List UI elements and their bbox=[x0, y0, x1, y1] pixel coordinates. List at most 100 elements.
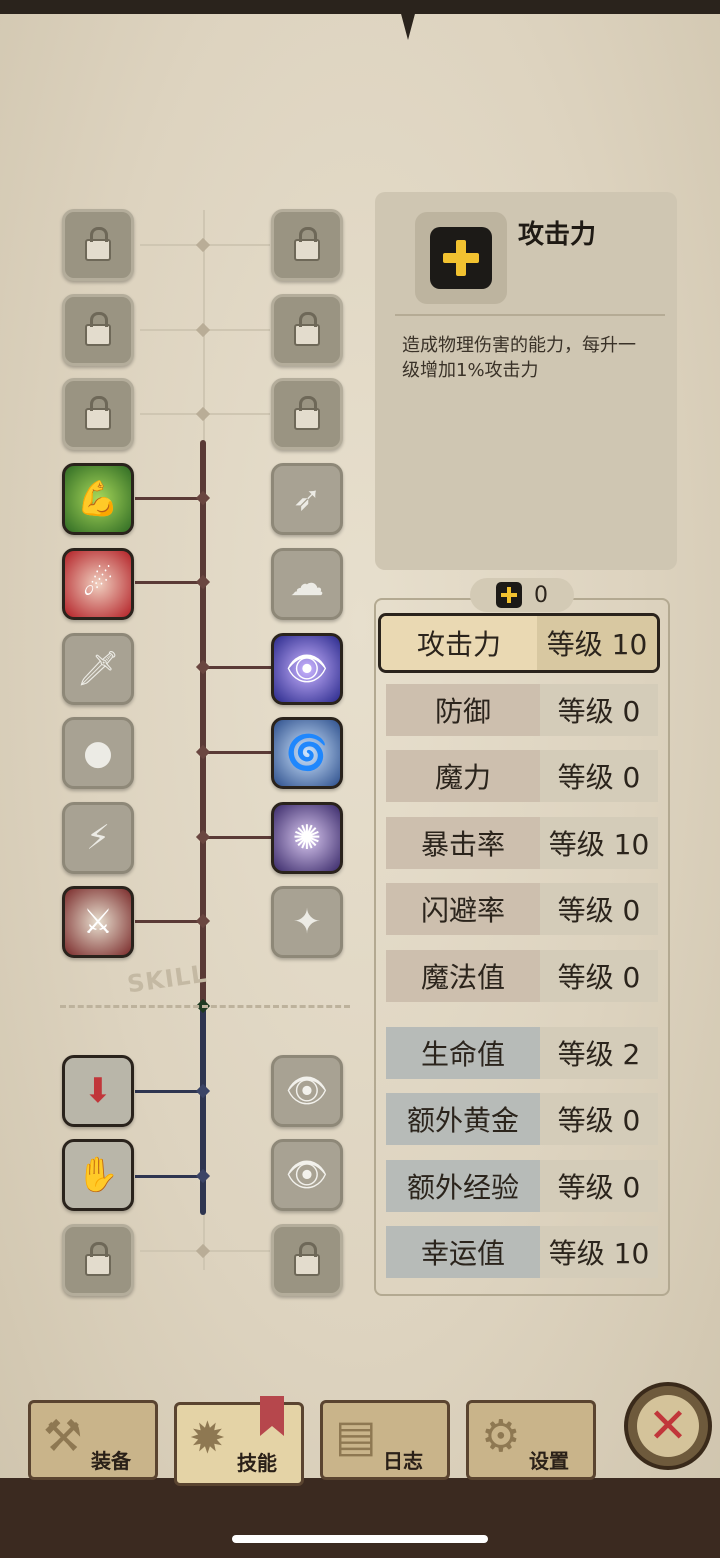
tab-label: 日志 bbox=[383, 1449, 423, 1473]
skill-wind-blade[interactable]: 🌀 bbox=[271, 717, 343, 789]
skill-chest-down[interactable]: ⬇ bbox=[62, 1055, 134, 1127]
skill-crossed-swords[interactable]: ⚔ bbox=[62, 886, 134, 958]
void-orb-icon: ✺ bbox=[292, 818, 322, 858]
tree-node bbox=[195, 574, 211, 590]
tree-trunk-blue bbox=[200, 1005, 206, 1215]
plus-icon bbox=[443, 240, 479, 276]
stat-name: 攻击力 bbox=[381, 616, 537, 670]
skill-dagger[interactable]: 🗡 bbox=[62, 633, 134, 705]
skill-watermark: SKILL bbox=[125, 959, 209, 999]
skill-chest-eye-2[interactable]: 👁 bbox=[271, 1139, 343, 1211]
chest-arrow-down-icon: ⬇ bbox=[83, 1071, 113, 1111]
attribute-title: 攻击力 bbox=[518, 220, 597, 250]
tab-label: 装备 bbox=[91, 1449, 131, 1473]
tree-branch-active bbox=[135, 1175, 203, 1178]
tab-equipment[interactable]: ⚒ 装备 bbox=[28, 1400, 158, 1480]
tab-settings[interactable]: ⚙ 设置 bbox=[466, 1400, 596, 1480]
lock-icon bbox=[294, 396, 320, 430]
attribute-points-badge: 0 bbox=[470, 578, 574, 612]
tree-branch-active bbox=[135, 497, 203, 500]
tree-node bbox=[195, 913, 211, 929]
crossed-swords-icon: ⚔ bbox=[82, 902, 114, 942]
skill-slot-locked[interactable] bbox=[271, 209, 343, 281]
stat-row-health[interactable]: 生命值 等级 2 bbox=[386, 1027, 658, 1079]
tab-label: 设置 bbox=[529, 1449, 569, 1473]
stat-row-mana[interactable]: 魔法值 等级 0 bbox=[386, 950, 658, 1002]
stat-level: 等级 10 bbox=[540, 1226, 658, 1278]
skill-smoke[interactable]: ☁ bbox=[271, 548, 343, 620]
lock-icon bbox=[85, 1242, 111, 1276]
stat-level: 等级 2 bbox=[540, 1027, 658, 1079]
tab-skills[interactable]: ✹ 技能 bbox=[174, 1402, 304, 1486]
smoke-figure-icon: ☁ bbox=[290, 564, 324, 604]
attribute-icon bbox=[430, 227, 492, 289]
skill-slot-locked[interactable] bbox=[62, 209, 134, 281]
slash-figure-icon: ☄ bbox=[82, 564, 114, 604]
stat-name: 魔力 bbox=[386, 750, 540, 802]
stat-row-luck[interactable]: 幸运值 等级 10 bbox=[386, 1226, 658, 1278]
skill-slot-locked[interactable] bbox=[271, 378, 343, 450]
attribute-description: 造成物理伤害的能力，每升一级增加1%攻击力 bbox=[402, 335, 636, 381]
stat-row-magic[interactable]: 魔力 等级 0 bbox=[386, 750, 658, 802]
stat-name: 幸运值 bbox=[386, 1226, 540, 1278]
tree-branch-active bbox=[135, 920, 203, 923]
sparkle-figure-icon: ✦ bbox=[292, 902, 322, 942]
lock-icon bbox=[85, 396, 111, 430]
tree-node bbox=[195, 237, 211, 253]
stat-level: 等级 10 bbox=[540, 817, 658, 869]
tree-node bbox=[195, 406, 211, 422]
tab-journal[interactable]: ▤ 日志 bbox=[320, 1400, 450, 1480]
skill-slot-locked[interactable] bbox=[271, 1224, 343, 1296]
stat-name: 闪避率 bbox=[386, 883, 540, 935]
skill-slot-locked[interactable] bbox=[271, 294, 343, 366]
tree-node bbox=[195, 1243, 211, 1259]
skill-slot-locked[interactable] bbox=[62, 378, 134, 450]
stat-row-attack[interactable]: 攻击力 等级 10 bbox=[378, 613, 660, 673]
skill-strength[interactable]: 💪 bbox=[62, 463, 134, 535]
skill-chest-eye[interactable]: 👁 bbox=[271, 1055, 343, 1127]
info-divider bbox=[395, 314, 665, 316]
stat-name: 魔法值 bbox=[386, 950, 540, 1002]
stat-name: 生命值 bbox=[386, 1027, 540, 1079]
tree-divider bbox=[60, 1005, 350, 1008]
stat-row-defense[interactable]: 防御 等级 0 bbox=[386, 684, 658, 736]
journal-icon: ▤ bbox=[335, 1411, 377, 1462]
stat-row-extra-gold[interactable]: 额外黄金 等级 0 bbox=[386, 1093, 658, 1145]
tree-branch-active bbox=[203, 666, 271, 669]
bottom-bar bbox=[0, 1478, 720, 1558]
stat-row-crit[interactable]: 暴击率 等级 10 bbox=[386, 817, 658, 869]
skill-dash[interactable]: ➶ bbox=[271, 463, 343, 535]
stat-name: 额外黄金 bbox=[386, 1093, 540, 1145]
tree-branch-active bbox=[203, 751, 271, 754]
skill-bomb[interactable]: ● bbox=[62, 717, 134, 789]
skill-lightning[interactable]: ⚡ bbox=[62, 802, 134, 874]
dagger-icon: 🗡 bbox=[76, 649, 120, 689]
stat-level: 等级 0 bbox=[540, 883, 658, 935]
stat-name: 防御 bbox=[386, 684, 540, 736]
skill-chest-hand[interactable]: ✋ bbox=[62, 1139, 134, 1211]
skill-slot-locked[interactable] bbox=[62, 1224, 134, 1296]
skill-eye[interactable]: 👁 bbox=[271, 633, 343, 705]
skill-void[interactable]: ✺ bbox=[271, 802, 343, 874]
lock-icon bbox=[294, 312, 320, 346]
close-button[interactable]: ✕ bbox=[624, 1382, 712, 1470]
skill-slash[interactable]: ☄ bbox=[62, 548, 134, 620]
gear-icon: ⚙ bbox=[481, 1411, 521, 1462]
stat-row-dodge[interactable]: 闪避率 等级 0 bbox=[386, 883, 658, 935]
chest-eye-icon: 👁 bbox=[285, 1071, 329, 1111]
stat-row-extra-exp[interactable]: 额外经验 等级 0 bbox=[386, 1160, 658, 1212]
muscle-arm-icon: 💪 bbox=[76, 479, 120, 519]
skill-sparkle[interactable]: ✦ bbox=[271, 886, 343, 958]
skill-slot-locked[interactable] bbox=[62, 294, 134, 366]
lock-icon bbox=[294, 1242, 320, 1276]
tree-branch-active bbox=[135, 1090, 203, 1093]
tree-node bbox=[195, 490, 211, 506]
tree-branch-active bbox=[135, 581, 203, 584]
tree-node bbox=[195, 659, 211, 675]
stat-level: 等级 10 bbox=[537, 616, 657, 670]
tree-node bbox=[195, 1083, 211, 1099]
tree-node bbox=[195, 322, 211, 338]
tab-label: 技能 bbox=[237, 1451, 277, 1475]
stat-level: 等级 0 bbox=[540, 1160, 658, 1212]
home-indicator[interactable] bbox=[232, 1535, 488, 1543]
